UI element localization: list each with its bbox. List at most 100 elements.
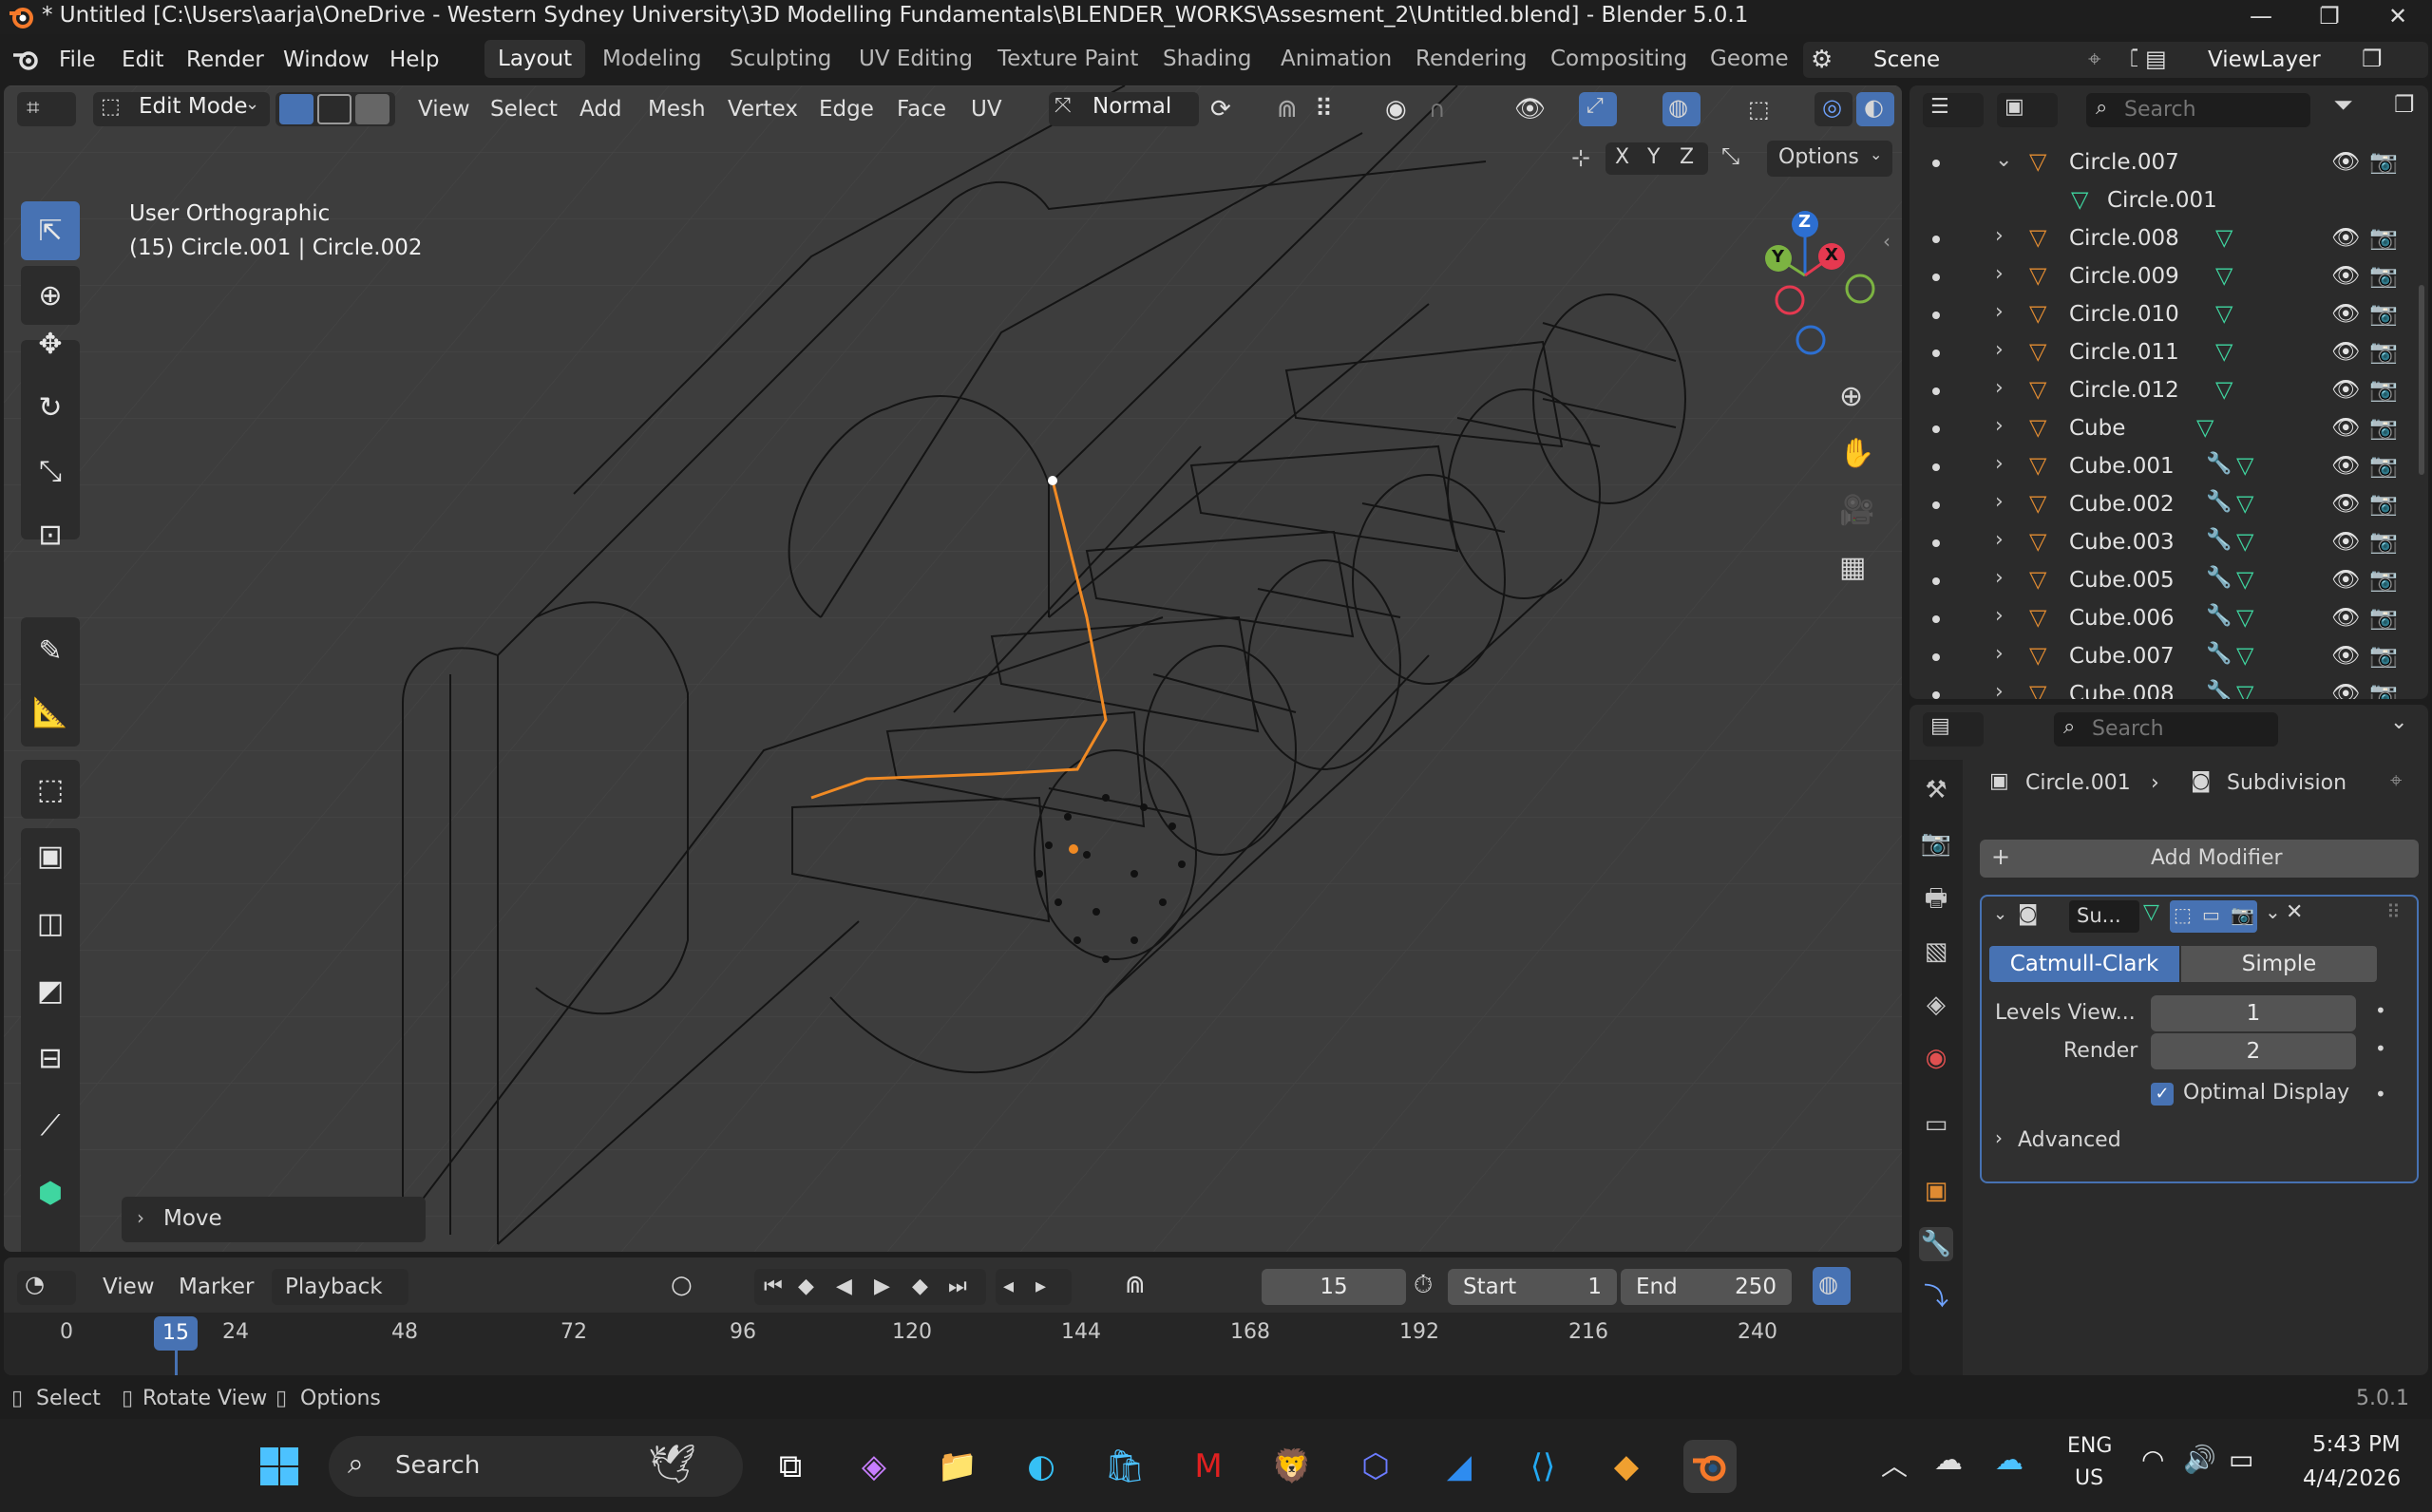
visibility-dot-icon[interactable] <box>1932 653 1940 661</box>
task-view-icon[interactable]: ⧉ <box>764 1440 817 1493</box>
xray-icon[interactable]: ⬚ <box>1748 93 1770 125</box>
play-icon[interactable]: ▶ <box>874 1275 890 1298</box>
visibility-dot-icon[interactable] <box>1932 463 1940 471</box>
visibility-dot-icon[interactable] <box>1932 615 1940 623</box>
solid-shading-button[interactable]: ◐ <box>1856 92 1894 126</box>
close-button[interactable]: ✕ <box>2364 0 2432 34</box>
menu-select[interactable]: Select <box>490 93 558 125</box>
tab-sculpting[interactable]: Sculpting <box>716 40 845 78</box>
windows-start-icon[interactable] <box>253 1440 306 1493</box>
eye-icon[interactable]: 👁 <box>2331 452 2360 479</box>
snap-icon[interactable]: ⋒ <box>1277 93 1298 125</box>
chevron-right-icon[interactable]: › <box>1995 300 2004 324</box>
edge-browser-icon[interactable]: ◐ <box>1015 1440 1068 1493</box>
outliner-row[interactable]: › ▽ Circle.012 ▽ 👁 📷 <box>1910 372 2428 410</box>
camera-icon[interactable]: 📷 <box>2369 528 2398 555</box>
visibility-dot-icon[interactable] <box>1932 160 1940 167</box>
inset-icon[interactable]: ◫ <box>37 907 64 940</box>
tab-shading[interactable]: Shading <box>1150 40 1264 78</box>
menu-help[interactable]: Help <box>390 47 439 72</box>
render-tab-icon[interactable]: 📷 <box>1919 826 1953 860</box>
last-operator-panel[interactable]: › Move <box>122 1197 426 1242</box>
ms-store-icon[interactable]: 🛍 <box>1098 1440 1151 1493</box>
mirror-icon[interactable]: ⊹ <box>1571 144 1590 171</box>
tab-layout[interactable]: Layout <box>484 40 586 78</box>
end-frame-field[interactable]: End 250 <box>1621 1269 1792 1305</box>
tab-animation[interactable]: Animation <box>1267 40 1405 78</box>
camera-icon[interactable]: 📷 <box>2369 300 2398 327</box>
tab-geometry-nodes[interactable]: Geome <box>1697 40 1802 78</box>
menu-add[interactable]: Add <box>580 93 622 125</box>
levels-viewport-field[interactable]: 1 <box>2151 995 2356 1031</box>
visibility-dot-icon[interactable] <box>1932 274 1940 281</box>
filter-icon[interactable]: ⏷ <box>2333 91 2353 121</box>
wireshark-icon[interactable]: ◢ <box>1433 1440 1486 1493</box>
outliner-row[interactable]: › ▽ Circle.010 ▽ 👁 📷 <box>1910 296 2428 334</box>
simple-option[interactable]: Simple <box>2181 946 2377 982</box>
outliner-row[interactable]: › ▽ Circle.008 ▽ 👁 📷 <box>1910 220 2428 258</box>
outliner-row[interactable]: › ▽ Cube.007 🔧 ▽ 👁 📷 <box>1910 638 2428 676</box>
eye-icon[interactable]: 👁 <box>2331 604 2360 631</box>
camera-icon[interactable]: 📷 <box>2369 604 2398 631</box>
viewport-canvas[interactable] <box>4 85 1902 1252</box>
chevron-down-icon[interactable]: ⌄ <box>2390 710 2407 734</box>
outliner-row[interactable]: › ▽ Cube.005 🔧 ▽ 👁 📷 <box>1910 562 2428 600</box>
chevron-right-icon[interactable]: › <box>1995 452 2004 476</box>
outliner-row[interactable]: › ▽ Cube ▽ 👁 📷 <box>1910 410 2428 448</box>
collection-tab-icon[interactable]: ▭ <box>1919 1107 1953 1142</box>
jump-start-icon[interactable]: ⏮ <box>764 1275 783 1298</box>
clock-date[interactable]: 4/4/2026 <box>2303 1466 2401 1491</box>
outliner-row[interactable]: › ▽ Circle.011 ▽ 👁 📷 <box>1910 334 2428 372</box>
chevron-right-icon[interactable]: › <box>1995 414 2004 438</box>
zoom-icon[interactable]: ⊕ <box>1839 380 1863 413</box>
sync-toggle[interactable]: ◍ <box>1813 1267 1851 1305</box>
stopwatch-icon[interactable]: ⏱ <box>1414 1271 1433 1300</box>
cursor-tool[interactable]: ⊕ <box>21 266 80 325</box>
modifier-tab-icon[interactable]: 🔧 <box>1919 1227 1953 1261</box>
timeline-editor-type[interactable]: ◔ <box>17 1271 76 1305</box>
next-frame-icon[interactable]: ▸ <box>1036 1275 1046 1298</box>
view-layer-tab-icon[interactable]: ▧ <box>1919 935 1953 969</box>
camera-icon[interactable]: 📷 <box>2369 262 2398 289</box>
poly-build-icon[interactable]: ⬢ <box>38 1177 63 1210</box>
view-layer-selector[interactable]: ▤ ViewLayer ❐ <box>2138 42 2428 78</box>
camera-icon[interactable]: 📷 <box>2369 490 2398 517</box>
minimize-button[interactable]: — <box>2227 0 2295 34</box>
eye-icon[interactable]: 👁 <box>2331 300 2360 327</box>
eye-icon[interactable]: 👁 <box>2331 148 2360 175</box>
eye-icon[interactable]: 👁 <box>2331 414 2360 441</box>
select-box-tool[interactable]: ⇱ <box>21 201 80 260</box>
display-mode-button[interactable]: ▣ <box>1997 93 2058 127</box>
menu-uv[interactable]: UV <box>971 93 1002 125</box>
blender-taskbar-icon[interactable] <box>1683 1440 1737 1493</box>
menu-edit[interactable]: Edit <box>122 47 164 72</box>
overlay-toggle[interactable]: ◍ <box>1662 92 1700 126</box>
tool-tab-icon[interactable]: ⚒ <box>1919 773 1953 807</box>
scale-icon[interactable]: ⤡ <box>39 455 62 488</box>
viewport-display-icon[interactable]: ▭ <box>2202 903 2220 926</box>
timeline-menu-view[interactable]: View <box>103 1275 155 1299</box>
add-cube-tool[interactable]: ⬚ <box>21 760 80 819</box>
camera-icon[interactable]: 📷 <box>2369 376 2398 403</box>
tab-uv-editing[interactable]: UV Editing <box>846 40 986 78</box>
eye-icon[interactable]: 👁 <box>2331 262 2360 289</box>
measure-icon[interactable]: 📐 <box>32 696 67 729</box>
visibility-dot-icon[interactable] <box>1932 691 1940 699</box>
navigation-gizmo[interactable]: Z Y X <box>1720 209 1890 370</box>
current-frame-field[interactable]: 15 <box>1262 1269 1406 1305</box>
mode-selector[interactable]: ⬚ Edit Mode ⌄ <box>93 92 270 126</box>
chevron-right-icon[interactable]: › <box>1995 604 2004 628</box>
visibility-dot-icon[interactable] <box>1932 312 1940 319</box>
snap-target-icon[interactable]: ⠿ <box>1315 93 1333 125</box>
output-tab-icon[interactable]: 🖶 <box>1919 881 1953 916</box>
outliner-scrollbar[interactable] <box>2419 285 2424 475</box>
gizmo-toggle[interactable]: ⤢ <box>1579 92 1617 126</box>
chevron-right-icon[interactable]: › <box>1995 642 2004 666</box>
menu-render[interactable]: Render <box>186 47 264 72</box>
tab-compositing[interactable]: Compositing <box>1537 40 1700 78</box>
chevron-right-icon[interactable]: › <box>1995 566 2004 590</box>
visibility-dot-icon[interactable] <box>1932 425 1940 433</box>
visibility-dot-icon[interactable] <box>1932 236 1940 243</box>
pin-icon[interactable]: ⌖ <box>2088 46 2101 72</box>
playback-dropdown[interactable]: Playback <box>272 1269 408 1305</box>
